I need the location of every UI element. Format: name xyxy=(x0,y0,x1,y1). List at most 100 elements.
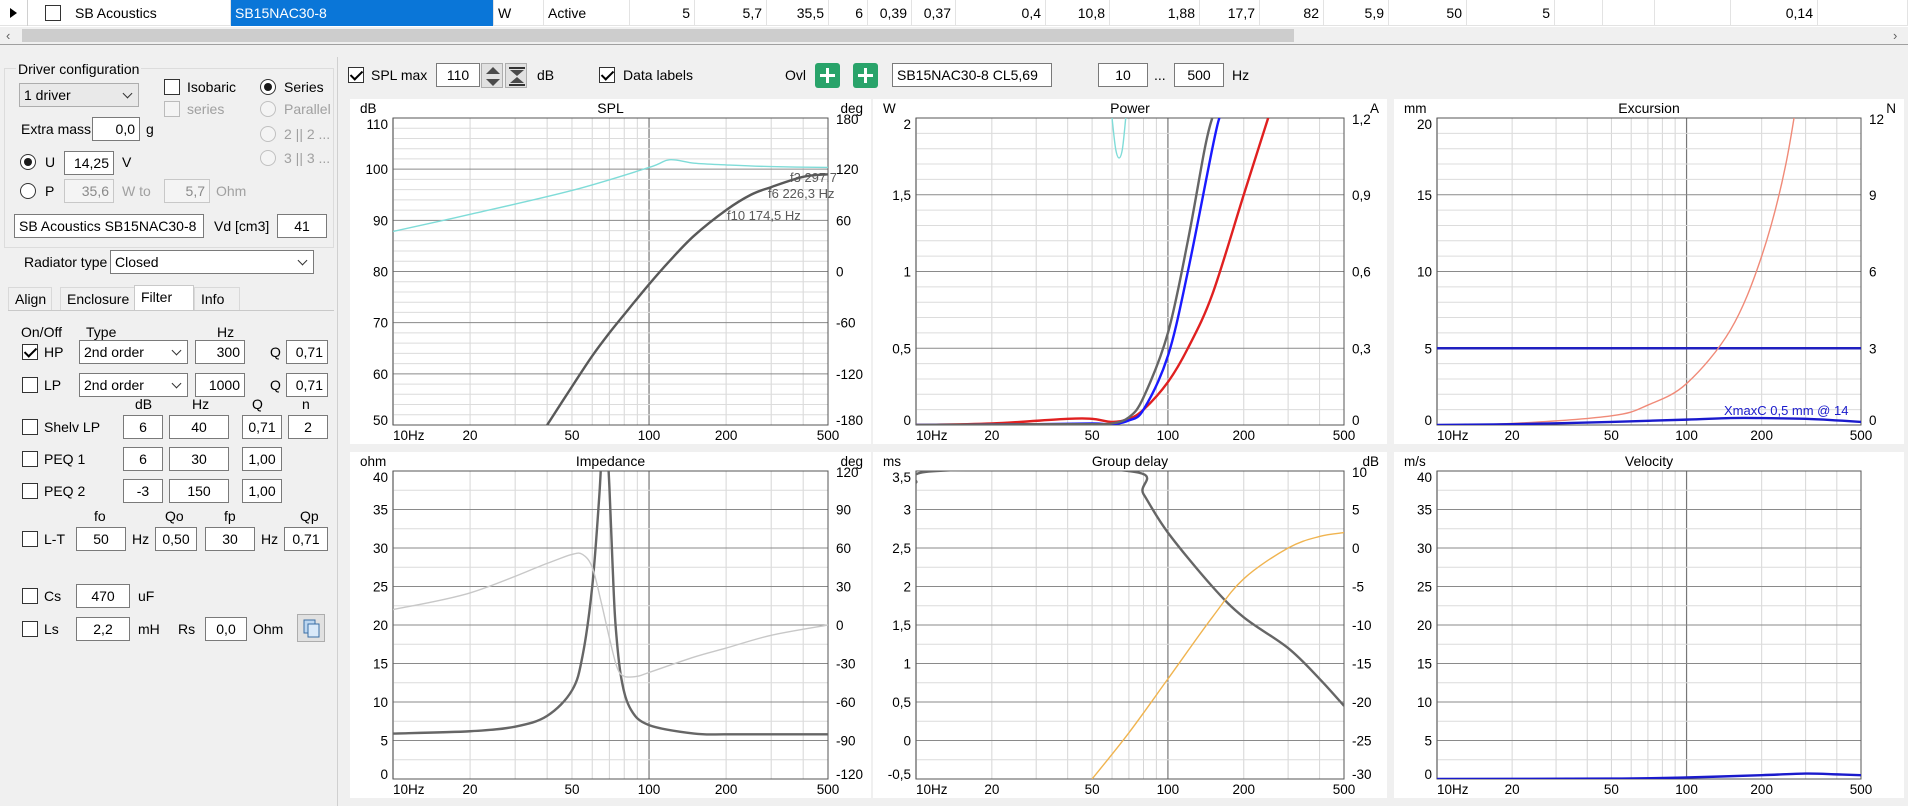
row-select-checkbox[interactable] xyxy=(45,5,61,21)
peq2-q-input[interactable]: 1,00 xyxy=(242,479,282,503)
tab-filter[interactable]: Filter xyxy=(134,285,194,312)
cell-value[interactable]: 5 xyxy=(630,0,695,26)
lt-qp-input[interactable]: 0,71 xyxy=(284,527,328,551)
power-chart[interactable]: 10Hz 20 50 100 200 500 2 1,5 1 0,5 0 1,2 0,9 0,6 0,3 0 W… xyxy=(873,99,1387,444)
power-input[interactable]: 35,6 xyxy=(64,179,114,203)
impedance-chart[interactable]: 10Hz 20 50 100 200 500 40 35 30 25 20 15 10 5 0 120 90 60… xyxy=(350,452,871,798)
wiring-series-radio[interactable] xyxy=(260,79,276,95)
cell-value[interactable]: 10,8 xyxy=(1046,0,1110,26)
peq2-db-input[interactable]: -3 xyxy=(123,479,163,503)
tab-align[interactable]: Align xyxy=(8,287,52,311)
cell-value[interactable] xyxy=(1555,0,1603,26)
cs-input[interactable]: 470 xyxy=(76,584,130,608)
voltage-input[interactable]: 14,25 xyxy=(64,151,114,175)
cell-value[interactable]: 1,88 xyxy=(1110,0,1200,26)
hp-freq-input[interactable]: 300 xyxy=(195,340,245,364)
peq2-freq-input[interactable]: 150 xyxy=(169,479,229,503)
shelv-q-input[interactable]: 0,71 xyxy=(242,415,282,439)
cs-checkbox[interactable] xyxy=(22,588,38,604)
peq1-q-input[interactable]: 1,00 xyxy=(242,447,282,471)
data-labels-checkbox[interactable] xyxy=(599,67,615,83)
shelv-lp-checkbox[interactable] xyxy=(22,419,38,435)
copy-button[interactable] xyxy=(297,614,325,642)
voltage-radio[interactable] xyxy=(20,154,36,170)
y2-tick-label: -10 xyxy=(1352,618,1372,633)
lt-qo-input[interactable]: 0,50 xyxy=(155,527,197,551)
spl-fit-button[interactable] xyxy=(505,63,527,88)
spl-max-input[interactable]: 110 xyxy=(436,63,480,87)
spl-up-down-button[interactable] xyxy=(481,63,503,88)
cell-value[interactable]: 0,14 xyxy=(1731,0,1818,26)
cell-status[interactable]: Active xyxy=(544,0,630,26)
cell-value[interactable]: 50 xyxy=(1389,0,1467,26)
shelv-db-input[interactable]: 6 xyxy=(123,415,163,439)
cell-value[interactable]: 0,4 xyxy=(956,0,1046,26)
horizontal-scrollbar[interactable]: ‹ › xyxy=(0,27,1908,44)
hp-q-input[interactable]: 0,71 xyxy=(286,340,328,364)
shelv-freq-input[interactable]: 40 xyxy=(169,415,229,439)
lp-type-select[interactable]: 2nd order xyxy=(79,373,188,397)
lt-checkbox[interactable] xyxy=(22,531,38,547)
row-header[interactable] xyxy=(0,0,28,26)
cell-value[interactable]: 5 xyxy=(1467,0,1555,26)
wiring-parallel-radio[interactable] xyxy=(260,101,276,117)
radiator-type-select[interactable]: Closed xyxy=(110,250,314,274)
cell-brand[interactable]: SB Acoustics xyxy=(71,0,231,26)
peq1-db-input[interactable]: 6 xyxy=(123,447,163,471)
cell-value[interactable]: 17,7 xyxy=(1200,0,1260,26)
lp-freq-input[interactable]: 1000 xyxy=(195,373,245,397)
power-radio[interactable] xyxy=(20,183,36,199)
isobaric-checkbox[interactable] xyxy=(164,79,180,95)
right-axis-unit: deg xyxy=(840,454,863,469)
cell-value[interactable]: 5,7 xyxy=(695,0,767,26)
overlay-name-field[interactable]: SB15NAC30-8 CL5,69 xyxy=(892,63,1052,87)
scroll-right-icon[interactable]: › xyxy=(1893,29,1897,42)
load-ohm-input[interactable]: 5,7 xyxy=(164,179,210,203)
cell-value[interactable] xyxy=(1603,0,1655,26)
lt-fp-input[interactable]: 30 xyxy=(205,527,255,551)
hp-type-select[interactable]: 2nd order xyxy=(79,340,188,364)
freq-from-input[interactable]: 10 xyxy=(1098,63,1148,87)
shelv-n-input[interactable]: 2 xyxy=(288,415,328,439)
excursion-chart[interactable]: 10Hz 20 50 100 200 500 20 15 10 5 0 12 9 6 3 0 mm N Excurs… xyxy=(1394,99,1904,444)
series-checkbox[interactable] xyxy=(164,101,180,117)
add-overlay-button[interactable] xyxy=(815,63,840,88)
peq1-checkbox[interactable] xyxy=(22,451,38,467)
spl-max-checkbox[interactable] xyxy=(348,67,364,83)
remove-overlay-button[interactable] xyxy=(853,63,878,88)
extra-mass-input[interactable]: 0,0 xyxy=(92,117,140,141)
ls-input[interactable]: 2,2 xyxy=(76,617,130,641)
peq1-freq-input[interactable]: 30 xyxy=(169,447,229,471)
cell-value[interactable]: 82 xyxy=(1260,0,1324,26)
cell-value[interactable]: 0,39 xyxy=(868,0,912,26)
cell-value[interactable]: 35,5 xyxy=(767,0,829,26)
wiring-3x3-radio[interactable] xyxy=(260,150,276,166)
lt-fo-input[interactable]: 50 xyxy=(76,527,126,551)
peq2-checkbox[interactable] xyxy=(22,483,38,499)
tab-info[interactable]: Info xyxy=(194,287,240,311)
driver-table-row[interactable]: SB Acoustics SB15NAC30-8 W Active 5 5,7 … xyxy=(0,0,1908,26)
wiring-2x2-radio[interactable] xyxy=(260,126,276,142)
cell-value[interactable] xyxy=(1655,0,1731,26)
cell-value[interactable] xyxy=(1818,0,1908,26)
cell-value[interactable]: 5,9 xyxy=(1324,0,1389,26)
ls-checkbox[interactable] xyxy=(22,621,38,637)
velocity-chart[interactable]: 10Hz 20 50 100 200 500 40 35 30 25 20 15 10 5 0 m/s Velo… xyxy=(1394,452,1904,798)
scrollbar-thumb[interactable] xyxy=(22,29,1294,42)
spl-chart[interactable]: 10Hz 20 50 100 200 500 110 100 90 80 70 60 50 180 120 6… xyxy=(350,99,871,444)
cell-value[interactable]: 0,37 xyxy=(912,0,956,26)
cell-model[interactable]: SB15NAC30-8 xyxy=(231,0,494,26)
vd-input[interactable]: 41 xyxy=(277,214,327,238)
cell-value[interactable]: 6 xyxy=(829,0,868,26)
scroll-left-icon[interactable]: ‹ xyxy=(6,29,10,42)
cell-type[interactable]: W xyxy=(494,0,544,26)
freq-to-input[interactable]: 500 xyxy=(1174,63,1224,87)
tab-enclosure[interactable]: Enclosure xyxy=(60,287,142,311)
rs-input[interactable]: 0,0 xyxy=(205,617,247,641)
group-delay-chart[interactable]: 10Hz 20 50 100 200 500 3,5 3 2,5 2 1,5 1 0,5 0 -0,5 10 5… xyxy=(873,452,1387,798)
hp-checkbox[interactable] xyxy=(22,344,38,360)
driver-count-select[interactable]: 1 driver xyxy=(19,83,139,107)
driver-name-field[interactable]: SB Acoustics SB15NAC30-8 xyxy=(14,214,204,238)
lp-q-input[interactable]: 0,71 xyxy=(286,373,328,397)
lp-checkbox[interactable] xyxy=(22,377,38,393)
